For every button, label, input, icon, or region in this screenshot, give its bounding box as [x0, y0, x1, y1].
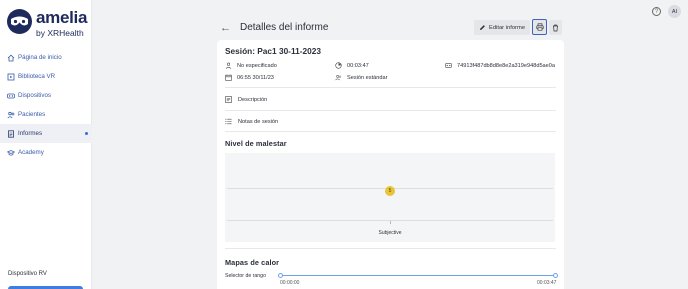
- page-header: ← Detalles del informe Editar informe: [218, 19, 564, 36]
- print-icon: [535, 23, 544, 31]
- therapist-value: No especificado: [237, 62, 277, 69]
- session-title: Sesión: Pac1 30-11-2023: [225, 46, 321, 56]
- vr-headset-logo-icon: [7, 9, 32, 34]
- divider: [225, 110, 556, 111]
- heatmaps-title: Mapas de calor: [225, 258, 280, 267]
- delete-button[interactable]: [549, 20, 562, 35]
- reports-icon: [7, 129, 15, 138]
- x-tick-mark: [390, 221, 391, 224]
- users-icon: [335, 74, 342, 81]
- range-start-time: 00:00:00: [280, 280, 300, 286]
- report-card: Sesión: Pac1 30-11-2023 No especificado …: [217, 40, 564, 289]
- academy-icon: [7, 149, 15, 157]
- pencil-icon: [479, 25, 485, 30]
- description-label: Descripción: [238, 96, 268, 103]
- therapist-field: No especificado: [225, 62, 277, 69]
- patients-icon: [7, 111, 15, 119]
- device-label: Dispositivo RV: [8, 271, 47, 277]
- sidebar-item-label: Academy: [18, 149, 44, 156]
- active-indicator: [85, 132, 88, 135]
- datetime-value: 06:55 30/11/23: [237, 74, 274, 81]
- help-icon[interactable]: ?: [652, 7, 661, 16]
- timer-icon: [335, 62, 342, 69]
- sidebar-item-devices[interactable]: Dispositivos: [0, 86, 92, 105]
- sidebar-item-label: Pacientes: [18, 111, 46, 118]
- range-selector-label: Selector de rango: [225, 273, 266, 279]
- range-end-time: 00:03:47: [537, 280, 557, 286]
- duration-field: 00:03:47: [335, 62, 369, 69]
- topbar: ? AI: [652, 5, 681, 18]
- sidebar-item-label: Informes: [18, 130, 43, 137]
- print-button[interactable]: [532, 19, 547, 35]
- sidebar-item-patients[interactable]: Pacientes: [0, 105, 92, 124]
- sidebar-item-label: Biblioteca VR: [18, 73, 56, 80]
- library-icon: [7, 73, 15, 81]
- discomfort-chart: 5 Subjective: [225, 153, 555, 242]
- notes-label: Notas de sesión: [238, 118, 279, 125]
- data-point[interactable]: 5: [385, 186, 395, 196]
- duration-value: 00:03:47: [347, 62, 369, 69]
- user-icon: [225, 62, 232, 69]
- brand-sub: by XRHealth: [36, 28, 84, 38]
- discomfort-title: Nivel de malestar: [225, 139, 287, 148]
- description-icon: [225, 96, 232, 103]
- amelia-logo[interactable]: amelia by XRHealth: [7, 9, 87, 38]
- calendar-icon: [225, 74, 232, 81]
- sidebar-item-academy[interactable]: Academy: [0, 143, 92, 162]
- range-slider-track[interactable]: [280, 275, 555, 276]
- datetime-field: 06:55 30/11/23: [225, 74, 274, 81]
- device-id-value: 74913f487db8d8e8e2a319e948d5ae0a: [457, 62, 555, 69]
- page-title: Detalles del informe: [240, 22, 329, 33]
- edit-report-button[interactable]: Editar informe: [474, 20, 530, 35]
- edit-report-label: Editar informe: [488, 24, 526, 31]
- range-slider-end-handle[interactable]: [553, 273, 558, 278]
- divider: [225, 87, 556, 88]
- sidebar-item-reports[interactable]: Informes: [0, 124, 92, 143]
- x-tick-label: Subjective: [378, 230, 402, 236]
- sidebar-item-label: Dispositivos: [18, 92, 52, 99]
- sidebar: amelia by XRHealth Página de inicio Bibl…: [0, 0, 92, 289]
- sidebar-item-home[interactable]: Página de inicio: [0, 48, 92, 67]
- brand-name: amelia: [36, 8, 88, 27]
- vr-headset-icon: [7, 92, 15, 100]
- notes-row[interactable]: Notas de sesión: [225, 118, 278, 125]
- session-type-field: Sesión estándar: [335, 74, 387, 81]
- divider: [225, 248, 556, 249]
- trash-icon: [553, 24, 558, 31]
- device-id-field: 74913f487db8d8e8e2a319e948d5ae0a: [445, 62, 555, 69]
- avatar[interactable]: AI: [668, 5, 681, 18]
- divider: [225, 131, 556, 132]
- sidebar-item-label: Página de inicio: [18, 54, 62, 61]
- home-icon: [7, 54, 15, 62]
- sidebar-item-library[interactable]: Biblioteca VR: [0, 67, 92, 86]
- description-row[interactable]: Descripción: [225, 96, 267, 103]
- list-icon: [225, 118, 232, 125]
- vr-headset-icon: [445, 62, 452, 69]
- range-slider-start-handle[interactable]: [278, 273, 283, 278]
- sidebar-nav: Página de inicio Biblioteca VR Dispositi…: [0, 48, 92, 162]
- session-type-value: Sesión estándar: [347, 74, 388, 81]
- back-arrow-icon[interactable]: ←: [220, 22, 231, 34]
